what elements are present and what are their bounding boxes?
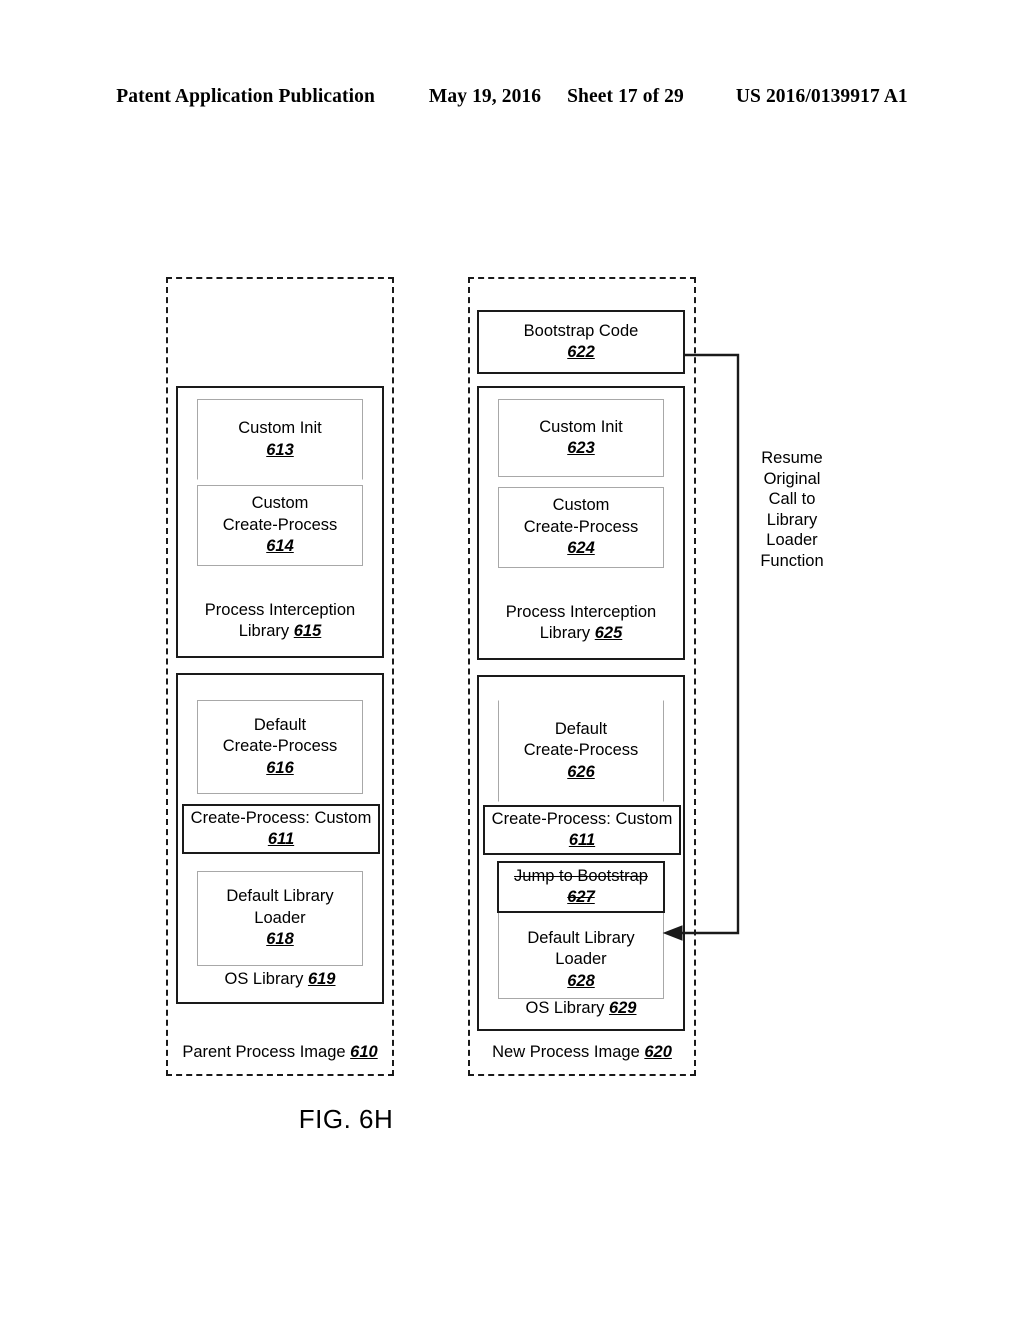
parent-default-library-loader-box: Default Library Loader 618 [197, 871, 363, 966]
parent-process-image-label: Parent Process Image 610 [182, 1043, 378, 1061]
new-default-library-loader-label-1: Default Library [527, 928, 635, 947]
parent-default-library-loader-label-1: Default Library [226, 887, 334, 906]
new-custom-init-ref: 623 [567, 439, 595, 457]
new-default-create-process-box: Default Create-Process 626 [498, 700, 664, 802]
parent-interception-library-ref: 615 [293, 622, 322, 640]
parent-default-library-loader-label-2: Loader [254, 908, 306, 927]
parent-default-create-process-ref: 616 [266, 758, 294, 777]
resume-line-2: Call to [768, 490, 816, 508]
parent-create-process-hook-label: Create-Process: Custom [190, 808, 372, 827]
new-create-process-hook-box: Create-Process: Custom 611 [483, 805, 681, 855]
jump-to-bootstrap-label: Jump to Bootstrap [514, 866, 648, 885]
new-custom-create-process-box: Custom Create-Process 624 [498, 487, 664, 568]
parent-custom-create-process-box: Custom Create-Process 614 [197, 485, 363, 566]
parent-custom-init-box: Custom Init 613 [197, 399, 363, 480]
new-default-create-process-label-1: Default [554, 719, 608, 738]
new-custom-init-box: Custom Init 623 [498, 399, 664, 477]
parent-process-image-ref: 610 [350, 1043, 378, 1061]
parent-default-create-process-label-1: Default [253, 715, 307, 734]
new-create-process-hook-ref: 611 [568, 831, 596, 849]
parent-custom-create-process-label-1: Custom [251, 494, 309, 513]
jump-to-bootstrap-box: Jump to Bootstrap 627 [497, 861, 665, 913]
new-custom-create-process-label-1: Custom [552, 496, 610, 515]
resume-line-3: Library [766, 510, 818, 529]
new-default-create-process-label-2: Create-Process [523, 741, 639, 760]
parent-custom-create-process-label-2: Create-Process [222, 515, 338, 534]
parent-default-create-process-box: Default Create-Process 616 [197, 700, 363, 794]
parent-default-create-process-label-2: Create-Process [222, 737, 338, 756]
resume-line-1: Original [763, 469, 821, 488]
parent-create-process-hook-ref: 611 [267, 830, 295, 848]
bootstrap-code-label: Bootstrap Code [523, 321, 639, 340]
new-interception-library-ref: 625 [594, 624, 623, 642]
new-process-image-ref: 620 [644, 1043, 672, 1061]
parent-os-library-label: OS Library 619 [224, 970, 336, 988]
parent-custom-init-label: Custom Init [238, 419, 322, 437]
resume-line-0: Resume [761, 449, 823, 467]
figure-caption: FIG. 6H [298, 1104, 394, 1134]
parent-os-library-ref: 619 [307, 970, 336, 988]
resume-line-5: Function [760, 551, 824, 570]
new-default-create-process-ref: 626 [567, 762, 595, 781]
new-os-library-ref: 629 [608, 999, 637, 1017]
parent-create-process-hook-box: Create-Process: Custom 611 [182, 804, 380, 854]
patent-figure-6h: Parent Process Image 610 Process Interce… [0, 0, 1024, 1320]
new-process-image-label: New Process Image 620 [492, 1043, 672, 1061]
parent-custom-init-ref: 613 [266, 440, 294, 459]
resume-call-annotation: Resume Original Call to Library Loader F… [740, 448, 844, 571]
new-interception-library-label: Process Interception Library 625 [505, 603, 657, 642]
bootstrap-code-box: Bootstrap Code 622 [477, 310, 685, 374]
parent-custom-create-process-ref: 614 [266, 537, 294, 556]
new-default-library-loader-label-2: Loader [555, 950, 607, 968]
new-default-library-loader-ref: 628 [567, 971, 595, 990]
new-custom-create-process-label-2: Create-Process [523, 517, 639, 536]
resume-line-4: Loader [766, 531, 818, 549]
new-os-library-label: OS Library 629 [525, 999, 637, 1017]
parent-interception-library-label: Process Interception Library 615 [204, 601, 356, 640]
new-custom-init-label: Custom Init [539, 417, 623, 436]
bootstrap-code-ref: 622 [567, 343, 595, 361]
jump-to-bootstrap-ref: 627 [567, 888, 595, 906]
new-create-process-hook-label: Create-Process: Custom [491, 809, 673, 828]
parent-default-library-loader-ref: 618 [266, 930, 294, 949]
new-custom-create-process-ref: 624 [567, 539, 595, 558]
